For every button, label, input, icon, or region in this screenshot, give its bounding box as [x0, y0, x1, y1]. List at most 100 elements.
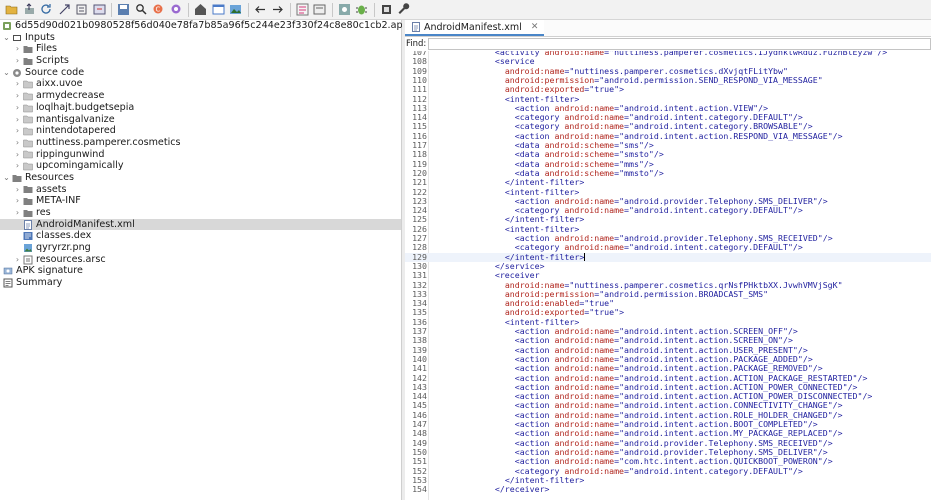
xml-tag: />: [832, 428, 843, 439]
home-icon[interactable]: [192, 1, 209, 18]
folder-icon: [22, 44, 33, 54]
tree-item-loqlhajt-budgetsepia[interactable]: › loqlhajt.budgetsepia: [0, 102, 401, 114]
tree-item-label: mantisgalvanize: [36, 113, 115, 125]
tree-item-summary[interactable]: Summary: [0, 277, 401, 289]
tree-item-inputs[interactable]: ⌄ Inputs: [0, 32, 401, 44]
chevron-right-icon[interactable]: ›: [13, 114, 22, 126]
window-icon[interactable]: [210, 1, 227, 18]
chevron-right-icon[interactable]: ›: [13, 254, 22, 266]
signature-icon: [2, 266, 13, 276]
tree-item-label: nintendotapered: [36, 125, 116, 137]
search-class-icon[interactable]: C: [150, 1, 167, 18]
package-icon: [22, 114, 33, 124]
tree-item-aixx-uvoe[interactable]: › aixx.uvoe: [0, 78, 401, 90]
editor-panel: AndroidManifest.xml ✕ Find: 107 <activit…: [405, 20, 931, 500]
tree-item-nintendotapered[interactable]: › nintendotapered: [0, 125, 401, 137]
refresh-icon[interactable]: [38, 1, 55, 18]
back-icon[interactable]: [252, 1, 269, 18]
tree-item-nuttiness-pamperer-cosmetics[interactable]: › nuttiness.pamperer.cosmetics: [0, 137, 401, 149]
debug-icon[interactable]: [353, 1, 370, 18]
tree-item-upcomingamically[interactable]: › upcomingamically: [0, 160, 401, 172]
search-icon[interactable]: [133, 1, 150, 18]
xml-value: "true": [589, 307, 620, 318]
chevron-down-icon[interactable]: ⌄: [2, 67, 11, 79]
chevron-right-icon[interactable]: ›: [13, 184, 22, 196]
xml-value: "mmsto": [619, 167, 654, 178]
tree-item-source-code[interactable]: ⌄ Source code: [0, 67, 401, 79]
chevron-down-icon[interactable]: ⌄: [2, 32, 11, 44]
tree-item-label: loqlhajt.budgetsepia: [36, 101, 135, 113]
chevron-right-icon[interactable]: ›: [13, 55, 22, 67]
tab-androidmanifest[interactable]: AndroidManifest.xml ✕: [405, 20, 545, 36]
chevron-down-icon[interactable]: ⌄: [2, 172, 11, 184]
tree-item-scripts[interactable]: › Scripts: [0, 55, 401, 67]
svg-text:C: C: [156, 6, 161, 14]
package-icon: [22, 161, 33, 171]
xml-value: "android.intent.category.DEFAULT": [629, 465, 793, 476]
decompile-icon[interactable]: [91, 1, 108, 18]
xml-tag: >: [619, 84, 625, 95]
chevron-right-icon[interactable]: ›: [13, 125, 22, 137]
chevron-right-icon[interactable]: ›: [13, 149, 22, 161]
sync-icon[interactable]: [56, 1, 73, 18]
tree-item-label: resources.arsc: [36, 253, 106, 265]
text-search-icon[interactable]: [168, 1, 185, 18]
quark-icon[interactable]: [336, 1, 353, 18]
toolbar-separator: [331, 2, 333, 17]
tree-item-assets[interactable]: › assets: [0, 184, 401, 196]
log-icon[interactable]: [294, 1, 311, 18]
find-input[interactable]: [428, 38, 931, 50]
package-icon: [22, 79, 33, 89]
tree-root[interactable]: 6d55d90d021b0980528f56d040e78fa7b85a96f5…: [0, 20, 408, 32]
toolbar-separator: [111, 2, 112, 17]
chevron-right-icon[interactable]: ›: [13, 207, 22, 219]
deobfuscate-icon[interactable]: [311, 1, 328, 18]
settings-icon[interactable]: [378, 1, 395, 18]
tree-item-rippingunwind[interactable]: › rippingunwind: [0, 149, 401, 161]
tree-item-resources[interactable]: ⌄ Resources: [0, 172, 401, 184]
xml-tag: />: [832, 130, 843, 141]
package-icon: [22, 138, 33, 148]
forward-icon[interactable]: [269, 1, 286, 18]
chevron-right-icon[interactable]: ›: [13, 102, 22, 114]
flatten-icon[interactable]: [73, 1, 90, 18]
xml-tag: />: [877, 51, 888, 57]
tree-item-meta-inf[interactable]: › META-INF: [0, 195, 401, 207]
tree-item-label: APK signature: [16, 265, 83, 277]
tree-item-qyryrzr-png[interactable]: qyryrzr.png: [0, 242, 401, 254]
image-icon[interactable]: [227, 1, 244, 18]
tree-item-classes-dex[interactable]: classes.dex: [0, 230, 401, 242]
tree-item-res[interactable]: › res: [0, 207, 401, 219]
xml-tag: />: [792, 205, 803, 216]
tree-item-androidmanifest-xml[interactable]: AndroidManifest.xml: [0, 218, 401, 231]
code-view[interactable]: 107 <activity android:name="nuttiness.pa…: [405, 51, 931, 500]
tree-items: ⌄ Inputs › Files › Scripts ⌄ Source code › aixx.u…: [0, 32, 401, 289]
export-icon[interactable]: [21, 1, 38, 18]
chevron-right-icon[interactable]: ›: [13, 78, 22, 90]
close-icon[interactable]: ✕: [531, 22, 539, 32]
toolbar-separator: [247, 2, 249, 17]
chevron-right-icon[interactable]: ›: [13, 195, 22, 207]
tree-item-label: armydecrease: [36, 90, 105, 102]
tree-item-mantisgalvanize[interactable]: › mantisgalvanize: [0, 114, 401, 126]
tree-item-files[interactable]: › Files: [0, 43, 401, 55]
chevron-right-icon[interactable]: ›: [13, 137, 22, 149]
chevron-right-icon[interactable]: ›: [13, 160, 22, 172]
package-icon: [22, 126, 33, 136]
tree-item-apk-signature[interactable]: APK signature: [0, 265, 401, 277]
xml-file-icon: [22, 219, 33, 230]
xml-value: "android.permission.SEND_RESPOND_VIA_MES…: [599, 74, 823, 85]
xml-value: "android.intent.category.DEFAULT": [629, 242, 793, 253]
tree-item-label: Summary: [16, 277, 63, 289]
tree-item-resources-arsc[interactable]: › resources.arsc: [0, 254, 401, 266]
save-icon[interactable]: [115, 1, 132, 18]
xml-value: "true": [589, 84, 620, 95]
chevron-right-icon[interactable]: ›: [13, 90, 22, 102]
chevron-right-icon[interactable]: ›: [13, 43, 22, 55]
open-folder-icon[interactable]: [3, 1, 20, 18]
wrench-icon[interactable]: [395, 1, 412, 18]
arsc-file-icon: [22, 255, 33, 265]
tree-item-armydecrease[interactable]: › armydecrease: [0, 90, 401, 102]
tree-item-label: upcomingamically: [36, 160, 124, 172]
